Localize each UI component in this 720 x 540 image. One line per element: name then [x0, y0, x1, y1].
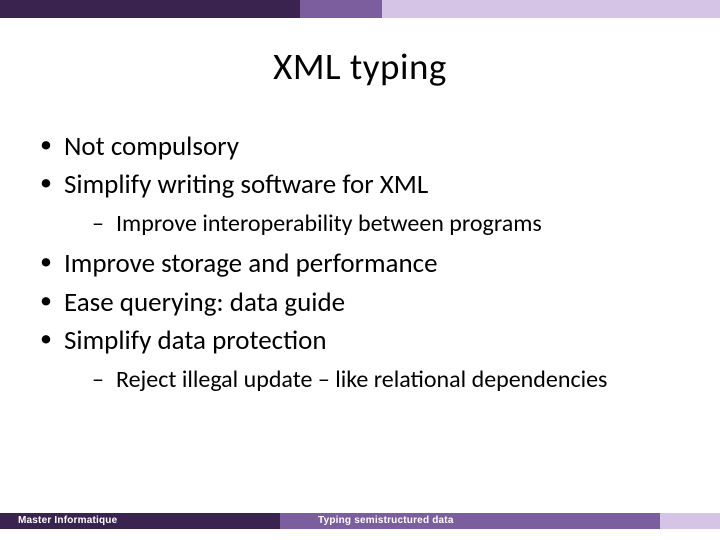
- bullet-text: Ease querying: data guide: [64, 286, 345, 319]
- bullet-text: Simplify writing software for XML: [64, 168, 428, 201]
- slide-body: Not compulsory Simplify writing software…: [0, 129, 720, 396]
- subbullet-text: Improve interoperability between program…: [116, 209, 542, 238]
- footer-right: [660, 513, 720, 529]
- banner-light: [382, 0, 720, 18]
- footer: Master Informatique Typing semistructure…: [0, 513, 720, 529]
- footer-center-text: Typing semistructured data: [318, 515, 454, 526]
- banner-dark: [0, 0, 300, 18]
- bullet-item: Ease querying: data guide: [36, 285, 684, 321]
- bullet-text: Improve storage and performance: [64, 247, 438, 280]
- bullet-item: Simplify writing software for XML Improv…: [36, 167, 684, 240]
- footer-center: Typing semistructured data: [280, 513, 660, 529]
- banner-mid: [300, 0, 382, 18]
- subbullet-item: Reject illegal update – like relational …: [64, 364, 684, 396]
- subbullet-item: Improve interoperability between program…: [64, 208, 684, 240]
- bullet-item: Improve storage and performance: [36, 246, 684, 282]
- bullet-item: Not compulsory: [36, 129, 684, 165]
- top-banner: [0, 0, 720, 18]
- slide-title: XML typing: [0, 44, 720, 89]
- bullet-item: Simplify data protection Reject illegal …: [36, 323, 684, 396]
- bullet-text: Simplify data protection: [64, 324, 327, 357]
- slide: XML typing Not compulsory Simplify writi…: [0, 0, 720, 540]
- footer-left: Master Informatique: [0, 513, 280, 529]
- subbullet-text: Reject illegal update – like relational …: [116, 365, 607, 394]
- bullet-text: Not compulsory: [64, 130, 239, 163]
- footer-left-text: Master Informatique: [18, 515, 117, 526]
